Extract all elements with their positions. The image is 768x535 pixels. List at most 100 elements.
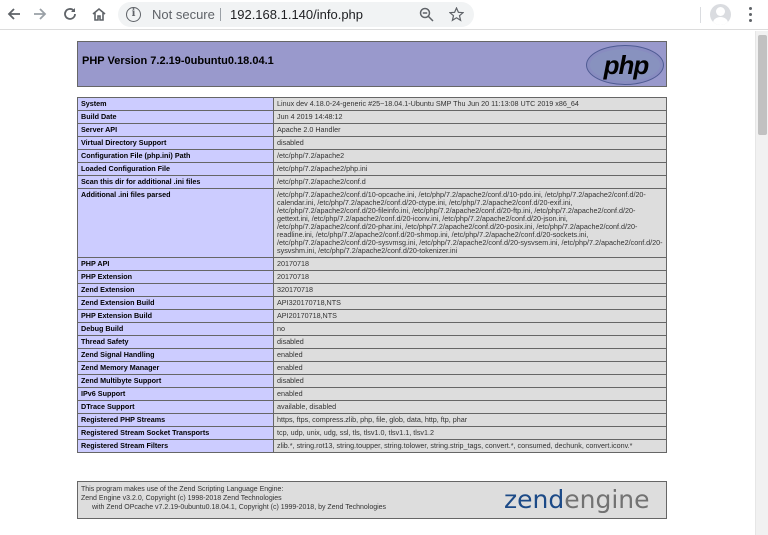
row-value: disabled <box>273 136 667 150</box>
row-key: Registered Stream Filters <box>77 439 274 453</box>
row-key: Registered Stream Socket Transports <box>77 426 274 440</box>
row-value: /etc/php/7.2/apache2/conf.d <box>273 175 667 189</box>
row-value: API20170718,NTS <box>273 309 667 323</box>
table-row: Registered Stream Filters zlib.*, string.… <box>77 439 667 453</box>
row-key: System <box>77 97 274 111</box>
table-row: PHP Extension 20170718 <box>77 270 667 284</box>
table-row: Zend Memory Manager enabled <box>77 361 667 375</box>
row-value: zlib.*, string.rot13, string.toupper, st… <box>273 439 667 453</box>
row-key: Virtual Directory Support <box>77 136 274 150</box>
footer-line: with Zend OPcache v7.2.19-0ubuntu0.18.04… <box>92 504 387 511</box>
profile-icon[interactable] <box>710 4 731 25</box>
row-value: enabled <box>273 387 667 401</box>
row-value: Apache 2.0 Handler <box>273 123 667 137</box>
reload-icon[interactable] <box>59 3 81 25</box>
row-key: IPv6 Support <box>77 387 274 401</box>
row-key: Loaded Configuration File <box>77 162 274 176</box>
home-icon[interactable] <box>88 3 110 25</box>
row-value: 20170718 <box>273 257 667 271</box>
table-row: System Linux dev 4.18.0-24-generic #25~18… <box>77 97 667 111</box>
row-key: Build Date <box>77 110 274 124</box>
row-key: Configuration File (php.ini) Path <box>77 149 274 163</box>
security-label: Not secure <box>152 7 215 22</box>
table-row: Thread Safety disabled <box>77 335 667 349</box>
row-value: https, ftps, compress.zlib, php, file, g… <box>273 413 667 427</box>
address-bar[interactable]: i Not secure 192.168.1.140/info.php <box>118 2 474 27</box>
row-value: enabled <box>273 361 667 375</box>
table-row: Loaded Configuration File/etc/php/7.2/ap… <box>77 162 667 176</box>
footer-text: This program makes use of the Zend Scrip… <box>81 485 386 512</box>
vertical-scrollbar[interactable] <box>755 31 768 535</box>
row-value: tcp, udp, unix, udg, ssl, tls, tlsv1.0, … <box>273 426 667 440</box>
row-key: Registered PHP Streams <box>77 413 274 427</box>
php-logo[interactable]: php <box>586 45 664 85</box>
row-key: Thread Safety <box>77 335 274 349</box>
zend-engine-logo[interactable]: zendengine <box>504 486 650 514</box>
php-info-table: System Linux dev 4.18.0-24-generic #25~18… <box>77 97 667 453</box>
table-row: IPv6 Support enabled <box>77 387 667 401</box>
row-key: PHP Extension Build <box>77 309 274 323</box>
zend-logo-word: zend <box>504 485 565 514</box>
zoom-icon[interactable] <box>416 4 436 24</box>
row-key: PHP API <box>77 257 274 271</box>
row-value: disabled <box>273 335 667 349</box>
php-header: PHP Version 7.2.19-0ubuntu0.18.04.1 php <box>77 41 667 87</box>
row-value: /etc/php/7.2/apache2/conf.d/10-opcache.i… <box>273 188 667 258</box>
table-row: DTrace Support available, disabled <box>77 400 667 414</box>
footer-line: Zend Engine v3.2.0, Copyright (c) 1998-2… <box>81 495 282 502</box>
row-key: Zend Extension <box>77 283 274 297</box>
row-key: DTrace Support <box>77 400 274 414</box>
browser-toolbar: i Not secure 192.168.1.140/info.php <box>0 0 768 30</box>
row-key: Server API <box>77 123 274 137</box>
table-row: Scan this dir for additional .ini files /… <box>77 175 667 189</box>
row-value: available, disabled <box>273 400 667 414</box>
divider <box>220 8 221 21</box>
page-title: PHP Version 7.2.19-0ubuntu0.18.04.1 <box>82 55 274 67</box>
info-icon[interactable]: i <box>126 7 141 22</box>
row-value: disabled <box>273 374 667 388</box>
scrollbar-thumb[interactable] <box>758 35 767 135</box>
table-row: Debug Build no <box>77 322 667 336</box>
row-key: Zend Signal Handling <box>77 348 274 362</box>
toolbar-divider <box>700 7 701 23</box>
table-row: Registered PHP Streams https, ftps, compr… <box>77 413 667 427</box>
row-value: 20170718 <box>273 270 667 284</box>
forward-arrow-icon[interactable] <box>29 3 51 25</box>
table-row: Zend Extension Build API320170718,NTS <box>77 296 667 310</box>
table-row: Zend Extension 320170718 <box>77 283 667 297</box>
zend-footer: This program makes use of the Zend Scrip… <box>77 481 667 519</box>
row-value: /etc/php/7.2/apache2/php.ini <box>273 162 667 176</box>
table-row: PHP Extension Build API20170718,NTS <box>77 309 667 323</box>
table-row: PHP API 20170718 <box>77 257 667 271</box>
table-row: Server API Apache 2.0 Handler <box>77 123 667 137</box>
row-value: Jun 4 2019 14:48:12 <box>273 110 667 124</box>
url-text[interactable]: 192.168.1.140/info.php <box>230 7 363 22</box>
row-value: enabled <box>273 348 667 362</box>
row-value: API320170718,NTS <box>273 296 667 310</box>
table-row: Configuration File (php.ini) Path/etc/ph… <box>77 149 667 163</box>
row-key: Zend Extension Build <box>77 296 274 310</box>
row-key: Debug Build <box>77 322 274 336</box>
row-key: Additional .ini files parsed <box>77 188 274 258</box>
star-icon[interactable] <box>446 4 466 24</box>
row-key: Zend Multibyte Support <box>77 374 274 388</box>
row-key: PHP Extension <box>77 270 274 284</box>
row-value: no <box>273 322 667 336</box>
table-row: Zend Multibyte Support disabled <box>77 374 667 388</box>
info-table-body: System Linux dev 4.18.0-24-generic #25~18… <box>77 97 667 453</box>
table-row: Zend Signal Handling enabled <box>77 348 667 362</box>
table-row: Virtual Directory Support disabled <box>77 136 667 150</box>
engine-logo-word: engine <box>564 485 650 514</box>
row-key: Scan this dir for additional .ini files <box>77 175 274 189</box>
back-arrow-icon[interactable] <box>3 3 25 25</box>
row-key: Zend Memory Manager <box>77 361 274 375</box>
row-value: /etc/php/7.2/apache2 <box>273 149 667 163</box>
table-row: Build Date Jun 4 2019 14:48:12 <box>77 110 667 124</box>
php-logo-text: php <box>603 50 650 80</box>
row-value: 320170718 <box>273 283 667 297</box>
menu-icon[interactable] <box>742 3 758 25</box>
row-value: Linux dev 4.18.0-24-generic #25~18.04.1-… <box>273 97 667 111</box>
footer-line: This program makes use of the Zend Scrip… <box>81 486 284 493</box>
table-row: Registered Stream Socket Transports tcp, … <box>77 426 667 440</box>
table-row: Additional .ini files parsed/etc/php/7.2… <box>77 188 667 258</box>
